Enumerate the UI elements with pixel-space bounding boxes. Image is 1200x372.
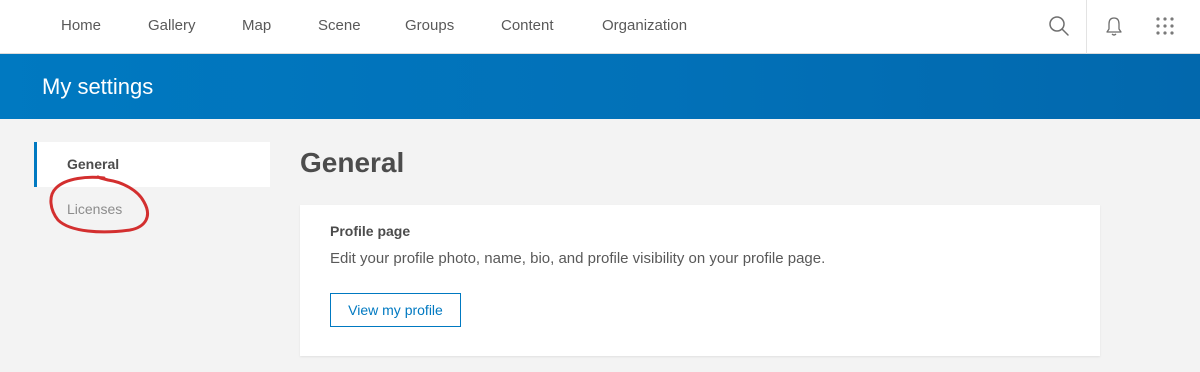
nav-item-gallery[interactable]: Gallery — [148, 17, 196, 35]
card-description: Edit your profile photo, name, bio, and … — [330, 250, 826, 267]
nav-item-home[interactable]: Home — [61, 17, 101, 35]
nav-item-groups[interactable]: Groups — [405, 17, 454, 35]
top-navigation-bar: Home Gallery Map Scene Groups Content Or… — [0, 0, 1200, 54]
section-title: General — [300, 147, 405, 178]
search-icon[interactable] — [1045, 12, 1073, 40]
nav-divider — [1086, 0, 1087, 54]
app-launcher-icon[interactable] — [1151, 12, 1179, 40]
profile-page-card: Profile page Edit your profile photo, na… — [300, 205, 1100, 356]
view-my-profile-button[interactable]: View my profile — [330, 293, 461, 327]
nav-item-organization[interactable]: Organization — [602, 17, 687, 35]
sidenav-item-general[interactable]: General — [34, 142, 270, 187]
page-title: My settings — [42, 74, 154, 99]
sidenav-item-licenses[interactable]: Licenses — [34, 187, 270, 232]
nav-item-content[interactable]: Content — [501, 17, 554, 35]
nav-item-scene[interactable]: Scene — [318, 17, 361, 35]
nav-item-map[interactable]: Map — [242, 17, 271, 35]
page-header-banner: My settings — [0, 54, 1200, 119]
bell-icon[interactable] — [1100, 12, 1128, 40]
card-title: Profile page — [330, 223, 411, 239]
